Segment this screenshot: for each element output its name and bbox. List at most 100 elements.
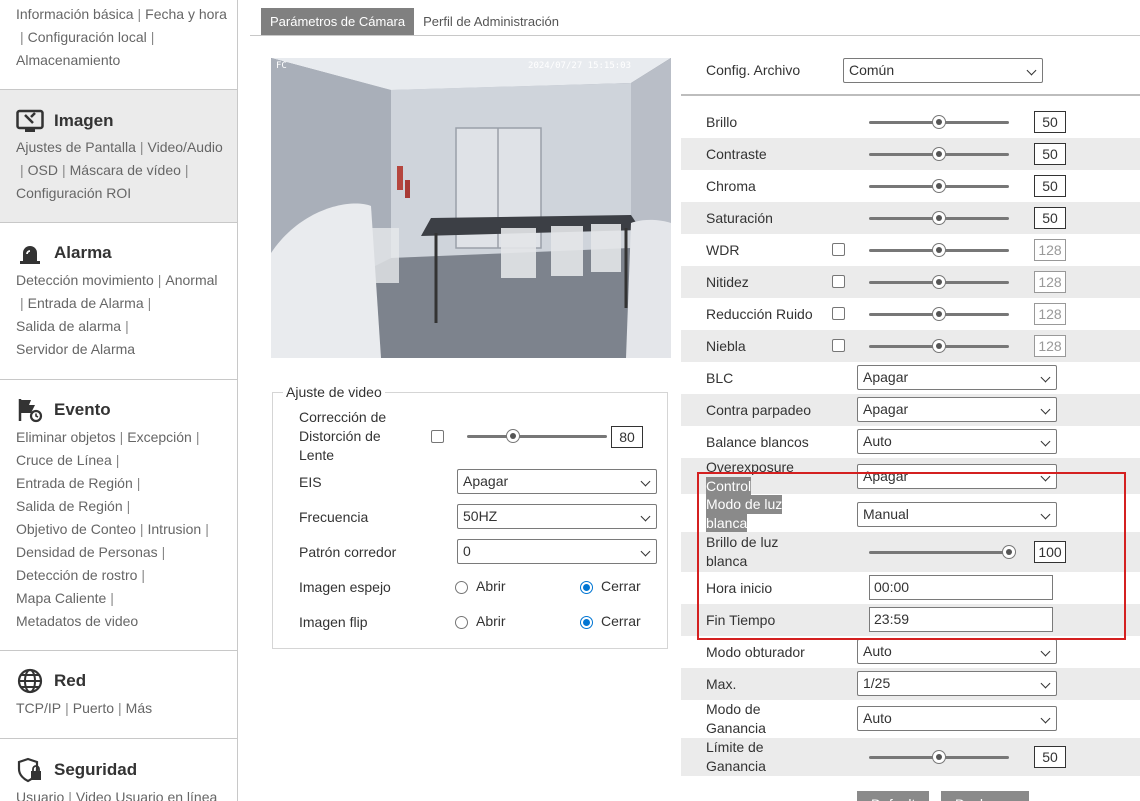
seguridad-header[interactable]: Seguridad [16, 755, 137, 785]
flip-open-radio[interactable] [455, 616, 468, 629]
reduccion-ruido-value[interactable]: 128 [1034, 303, 1066, 325]
niebla-value[interactable]: 128 [1034, 335, 1066, 357]
reduccion-ruido-checkbox[interactable] [832, 307, 845, 320]
link-fecha-hora[interactable]: Fecha y hora [145, 6, 227, 22]
link-metadatos-video[interactable]: Metadatos de video [16, 613, 138, 629]
niebla-checkbox[interactable] [832, 339, 845, 352]
lens-correction-checkbox[interactable] [431, 430, 444, 443]
blc-select[interactable]: Apagar [857, 365, 1057, 390]
link-densidad-personas[interactable]: Densidad de Personas [16, 544, 158, 560]
link-almacenamiento[interactable]: Almacenamiento [16, 52, 120, 68]
brillo-slider[interactable] [869, 115, 1009, 129]
alarma-header[interactable]: Alarma [16, 238, 112, 268]
contraste-slider[interactable] [869, 147, 1009, 161]
link-intrusion[interactable]: Intrusion [148, 521, 202, 537]
fin-tiempo-input[interactable]: 23:59 [869, 607, 1053, 632]
undo-button[interactable]: Deshacer [941, 791, 1029, 801]
image-settings-icon [16, 107, 44, 135]
reduccion-ruido-slider[interactable] [869, 307, 1009, 321]
evento-links: Eliminar objetos | Excepción | Cruce de Lín… [16, 429, 209, 629]
eis-select[interactable]: Apagar [457, 469, 657, 494]
link-mapa-caliente[interactable]: Mapa Caliente [16, 590, 106, 606]
link-excepcion[interactable]: Excepción [127, 429, 192, 445]
saturacion-slider[interactable] [869, 211, 1009, 225]
tab-perfil-administracion[interactable]: Perfil de Administración [414, 8, 568, 35]
param-row-wdr: WDR 128 [681, 234, 1140, 266]
link-deteccion-movimiento[interactable]: Detección movimiento [16, 272, 154, 288]
imagen-title: Imagen [54, 111, 114, 130]
max-select[interactable]: 1/25 [857, 671, 1057, 696]
config-file-select[interactable]: Común [843, 58, 1043, 83]
link-deteccion-rostro[interactable]: Detección de rostro [16, 567, 137, 583]
tab-parametros-camara[interactable]: Parámetros de Cámara [261, 8, 415, 35]
alarm-light-icon [16, 239, 44, 267]
link-salida-region[interactable]: Salida de Región [16, 498, 123, 514]
overexposure-label: Overexposure Control [706, 459, 794, 496]
imagen-links: Ajustes de Pantalla | Video/Audio | OSD | Más… [16, 139, 223, 201]
link-eliminar-objetos[interactable]: Eliminar objetos [16, 429, 116, 445]
link-ajustes-pantalla[interactable]: Ajustes de Pantalla [16, 139, 136, 155]
link-osd[interactable]: OSD [28, 162, 58, 178]
link-cruce-linea[interactable]: Cruce de Línea [16, 452, 112, 468]
lens-correction-slider[interactable] [467, 429, 607, 443]
video-settings-panel: Ajuste de video Corrección de Distorción … [272, 384, 668, 649]
nitidez-value[interactable]: 128 [1034, 271, 1066, 293]
link-configuracion-local[interactable]: Configuración local [28, 29, 147, 45]
limite-ganancia-value[interactable]: 50 [1034, 746, 1066, 768]
modo-luz-blanca-select[interactable]: Manual [857, 502, 1057, 527]
evento-header[interactable]: Evento [16, 395, 111, 425]
chroma-slider[interactable] [869, 179, 1009, 193]
hora-inicio-input[interactable]: 00:00 [869, 575, 1053, 600]
wdr-value[interactable]: 128 [1034, 239, 1066, 261]
overexposure-select[interactable]: Apagar [857, 464, 1057, 489]
imagen-header[interactable]: Imagen [16, 106, 114, 136]
lens-correction-value[interactable]: 80 [611, 426, 643, 448]
link-tcp-ip[interactable]: TCP/IP [16, 700, 61, 716]
link-entrada-region[interactable]: Entrada de Región [16, 475, 133, 491]
contra-parpadeo-select[interactable]: Apagar [857, 397, 1057, 422]
nitidez-checkbox[interactable] [832, 275, 845, 288]
link-configuracion-roi[interactable]: Configuración ROI [16, 185, 131, 201]
saturacion-value[interactable]: 50 [1034, 207, 1066, 229]
brillo-luz-blanca-value[interactable]: 100 [1034, 541, 1066, 563]
niebla-slider[interactable] [869, 339, 1009, 353]
wdr-slider[interactable] [869, 243, 1009, 257]
red-title: Red [54, 671, 87, 690]
link-servidor-alarma[interactable]: Servidor de Alarma [16, 341, 135, 357]
balance-blancos-select[interactable]: Auto [857, 429, 1057, 454]
balance-blancos-label: Balance blancos [706, 434, 809, 450]
eis-label: EIS [299, 474, 322, 490]
modo-obturador-select[interactable]: Auto [857, 639, 1057, 664]
link-anormal[interactable]: Anormal [165, 272, 217, 288]
link-video-usuario-en-linea[interactable]: Video Usuario en línea [76, 789, 217, 801]
limite-ganancia-slider[interactable] [869, 750, 1009, 764]
mirror-open-radio[interactable] [455, 581, 468, 594]
link-mascara-video[interactable]: Máscara de vídeo [70, 162, 181, 178]
corridor-select[interactable]: 0 [457, 539, 657, 564]
flip-close-radio[interactable] [580, 616, 593, 629]
default-button[interactable]: Default [857, 791, 930, 801]
frequency-select[interactable]: 50HZ [457, 504, 657, 529]
link-video-audio[interactable]: Video/Audio [148, 139, 223, 155]
link-mas[interactable]: Más [126, 700, 152, 716]
modo-ganancia-select[interactable]: Auto [857, 706, 1057, 731]
mirror-close-radio[interactable] [580, 581, 593, 594]
link-informacion-basica[interactable]: Información básica [16, 6, 134, 22]
nitidez-slider[interactable] [869, 275, 1009, 289]
link-puerto[interactable]: Puerto [73, 700, 114, 716]
flip-label: Imagen flip [299, 614, 368, 630]
globe-icon [16, 667, 44, 695]
link-usuario[interactable]: Usuario [16, 789, 64, 801]
param-row-contraste: Contraste 50 [681, 138, 1140, 170]
limite-ganancia-label: Límite de Ganancia [706, 739, 766, 774]
contraste-value[interactable]: 50 [1034, 143, 1066, 165]
param-row-hora-inicio: Hora inicio 00:00 [681, 572, 1140, 604]
red-header[interactable]: Red [16, 666, 86, 696]
brillo-value[interactable]: 50 [1034, 111, 1066, 133]
chroma-value[interactable]: 50 [1034, 175, 1066, 197]
link-objetivo-conteo[interactable]: Objetivo de Conteo [16, 521, 136, 537]
link-entrada-alarma[interactable]: Entrada de Alarma [28, 295, 144, 311]
link-salida-alarma[interactable]: Salida de alarma [16, 318, 121, 334]
wdr-checkbox[interactable] [832, 243, 845, 256]
brillo-luz-blanca-slider[interactable] [869, 545, 1016, 559]
